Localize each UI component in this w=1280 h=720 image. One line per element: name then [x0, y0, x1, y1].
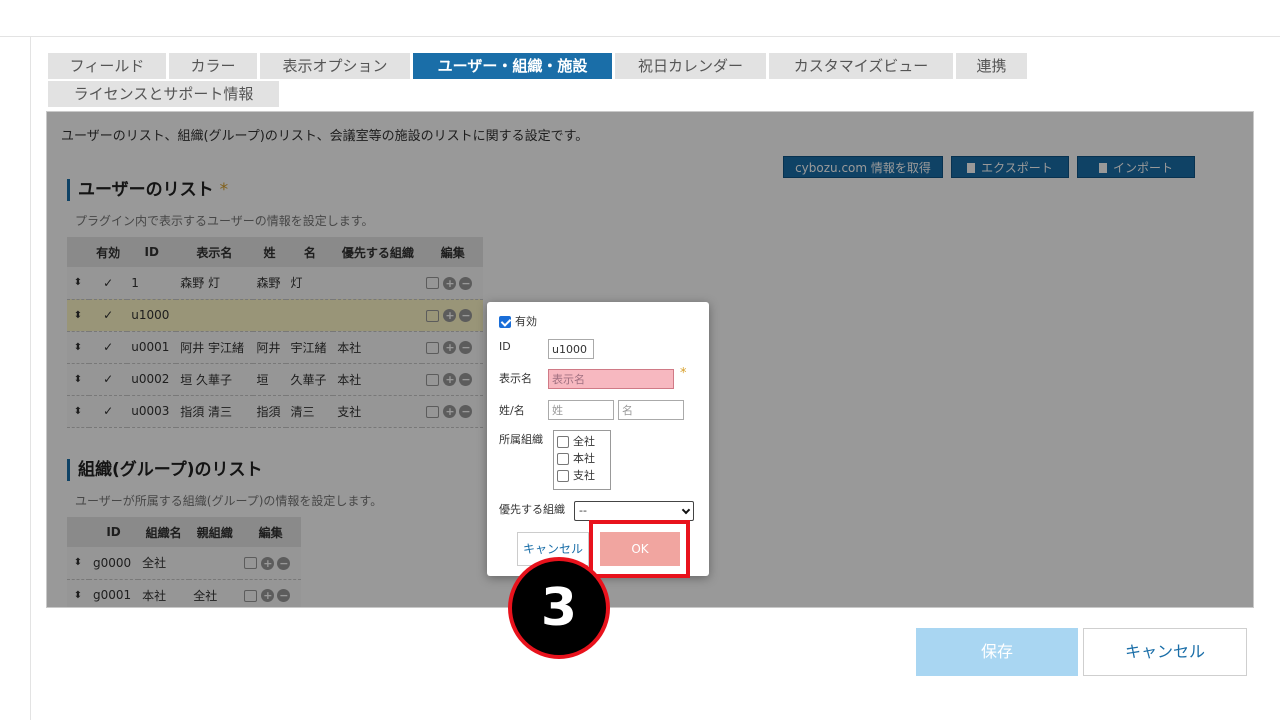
org-option-label: 本社	[573, 452, 595, 465]
org-checkbox[interactable]	[557, 436, 569, 448]
tab-color[interactable]: カラー	[169, 53, 257, 79]
tab-users-orgs-facilities[interactable]: ユーザー・組織・施設	[413, 53, 612, 79]
left-divider	[30, 37, 31, 720]
enabled-checkbox[interactable]	[499, 316, 511, 328]
tab-field[interactable]: フィールド	[48, 53, 166, 79]
priority-org-label: 優先する組織	[499, 503, 565, 516]
tab-license-support[interactable]: ライセンスとサポート情報	[48, 81, 279, 107]
tab-display-options[interactable]: 表示オプション	[260, 53, 410, 79]
id-field[interactable]	[548, 339, 594, 359]
chevron-down-icon	[681, 505, 691, 515]
id-label: ID	[499, 340, 511, 353]
display-name-field[interactable]	[548, 369, 674, 389]
top-divider	[0, 36, 1280, 37]
org-label: 所属組織	[499, 433, 543, 446]
name-label: 姓/名	[499, 404, 525, 417]
enabled-label: 有効	[515, 315, 537, 328]
cancel-button[interactable]: キャンセル	[1083, 628, 1247, 676]
first-name-field[interactable]	[618, 400, 684, 420]
org-option[interactable]: 本社	[557, 452, 607, 469]
tab-holiday-calendar[interactable]: 祝日カレンダー	[615, 53, 766, 79]
ok-highlight-frame	[589, 520, 690, 578]
required-mark: *	[680, 366, 687, 381]
org-checkbox[interactable]	[557, 453, 569, 465]
display-name-label: 表示名	[499, 372, 532, 385]
priority-org-select[interactable]: --	[574, 501, 694, 521]
last-name-field[interactable]	[548, 400, 614, 420]
org-option-label: 支社	[573, 469, 595, 482]
step-number-badge: 3	[508, 557, 610, 659]
priority-org-value: --	[579, 504, 587, 517]
org-option[interactable]: 支社	[557, 469, 607, 486]
tab-integration[interactable]: 連携	[956, 53, 1027, 79]
org-option-label: 全社	[573, 435, 595, 448]
save-button[interactable]: 保存	[916, 628, 1078, 676]
enabled-checkbox-row[interactable]: 有効	[499, 313, 537, 329]
org-option[interactable]: 全社	[557, 435, 607, 452]
org-checkbox[interactable]	[557, 470, 569, 482]
tab-customize-view[interactable]: カスタマイズビュー	[769, 53, 953, 79]
org-checkbox-list: 全社 本社 支社	[553, 430, 611, 490]
